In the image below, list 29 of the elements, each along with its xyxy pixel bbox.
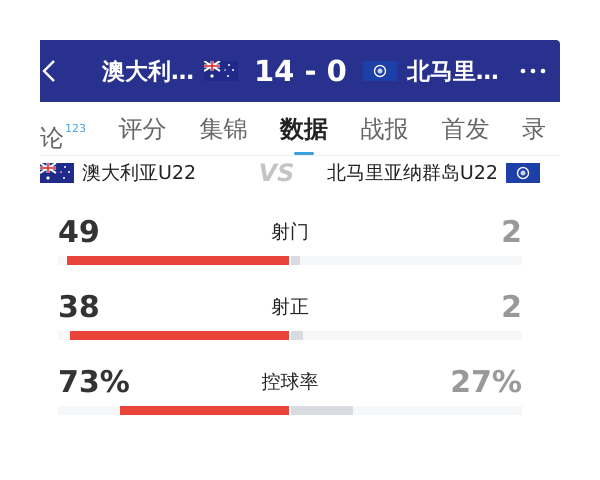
match-score: 14 - 0 <box>254 54 347 88</box>
stat-label: 射正 <box>271 295 309 320</box>
home-value: 38 <box>58 290 101 324</box>
away-team-name: 北马里亚纳群岛U22 <box>326 161 498 186</box>
home-team-name: 澳大利亚U22 <box>82 161 196 186</box>
vs-logo: VS <box>258 159 294 187</box>
tab[interactable]: 论$^{123}$ <box>40 114 86 164</box>
stat-label: 控球率 <box>262 370 318 395</box>
away-value: 27% <box>450 364 522 400</box>
count-label: 123 <box>65 122 86 135</box>
flag-icon <box>506 163 540 183</box>
tab[interactable]: 数据 <box>280 114 328 155</box>
home-team-name: 澳大利… <box>102 58 194 86</box>
tab[interactable]: 评分 <box>118 114 167 155</box>
tab[interactable]: 战报 <box>360 114 409 155</box>
away-value: 2 <box>500 290 522 324</box>
stat-label: 射门 <box>271 220 309 245</box>
tab[interactable]: 首发 <box>441 114 490 155</box>
away-team-name: 北马里… <box>406 58 499 86</box>
home-value: 49 <box>58 214 101 250</box>
tab[interactable]: 录 <box>522 114 546 155</box>
away-value: 2 <box>500 214 522 250</box>
flag-icon <box>40 163 74 183</box>
more-icon[interactable] <box>520 68 546 74</box>
tab[interactable]: 集锦 <box>199 114 248 155</box>
flag-icon <box>362 61 397 81</box>
back-icon[interactable] <box>42 59 56 83</box>
flag-icon <box>204 61 238 81</box>
home-value: 73% <box>58 364 130 400</box>
